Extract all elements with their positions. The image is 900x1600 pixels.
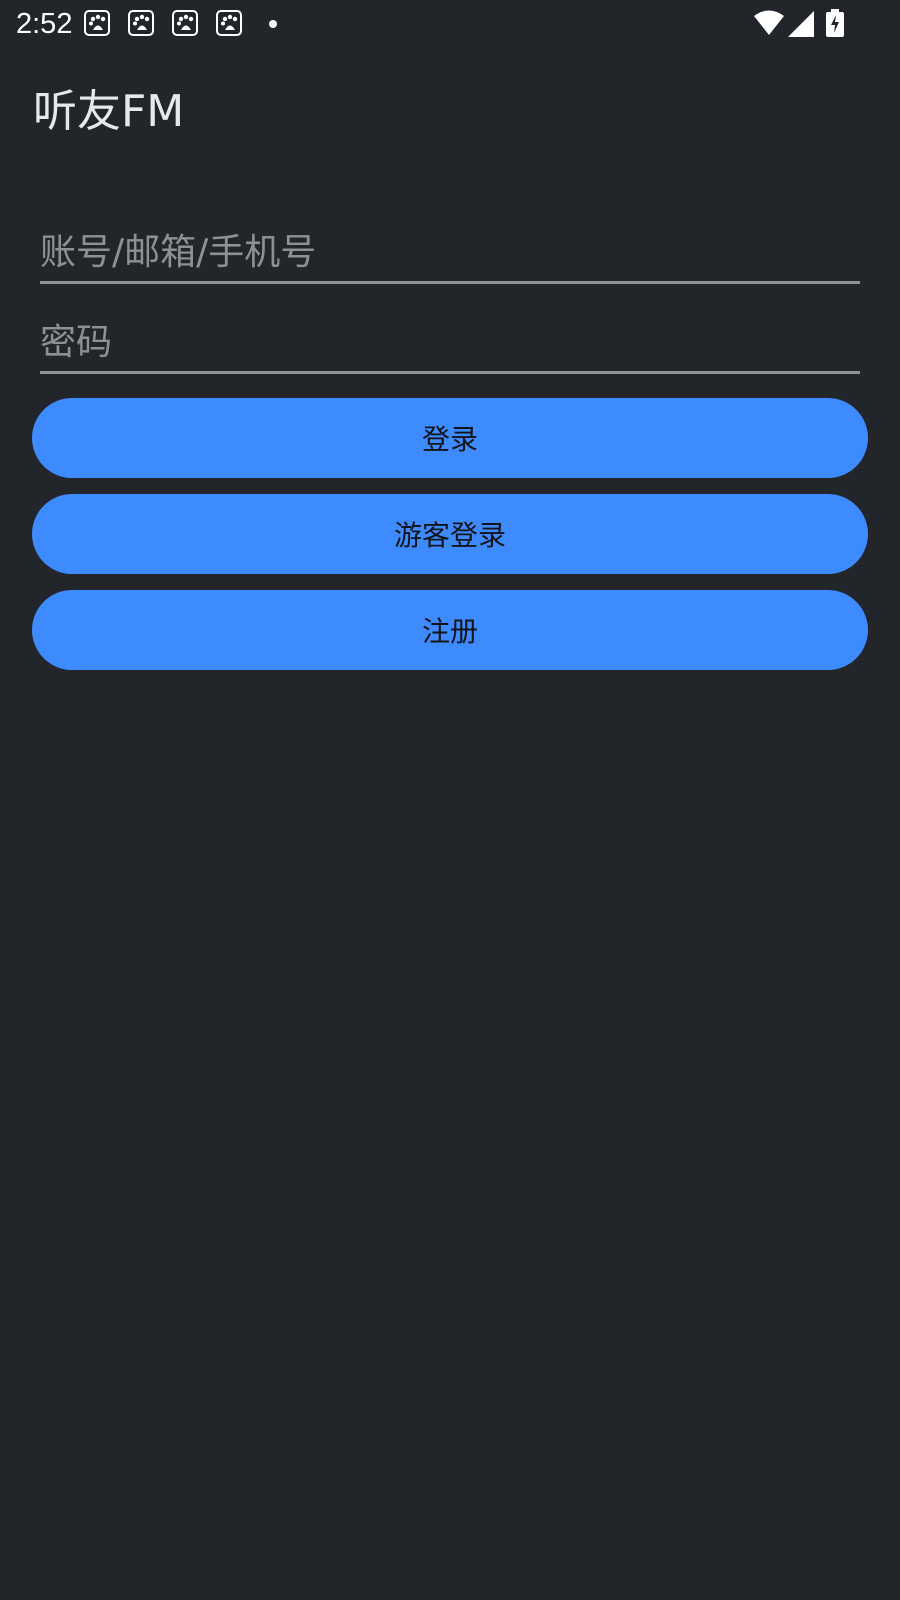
status-time: 2:52 bbox=[16, 8, 73, 40]
password-input[interactable] bbox=[40, 316, 860, 368]
status-bar: 2:52 bbox=[0, 0, 900, 48]
account-field-container bbox=[40, 226, 860, 284]
login-screen: 2:52 听友FM 账号/邮箱/手机号 登录 游客登录 注册 bbox=[0, 0, 900, 1600]
wifi-icon bbox=[754, 10, 784, 35]
register-button[interactable]: 注册 bbox=[32, 590, 868, 670]
baidu-icon bbox=[172, 10, 198, 36]
baidu-icon bbox=[128, 10, 154, 36]
guest-login-button[interactable]: 游客登录 bbox=[32, 494, 868, 574]
battery-charging-icon bbox=[826, 9, 844, 37]
password-input-underline bbox=[40, 371, 860, 374]
account-input[interactable] bbox=[40, 226, 860, 278]
baidu-icon bbox=[84, 10, 110, 36]
account-input-underline bbox=[40, 281, 860, 284]
more-notifications-dot-icon bbox=[269, 20, 277, 28]
password-field-container bbox=[40, 316, 860, 374]
login-button[interactable]: 登录 bbox=[32, 398, 868, 478]
app-title: 听友FM bbox=[33, 86, 185, 137]
baidu-icon bbox=[216, 10, 242, 36]
signal-icon bbox=[788, 11, 814, 37]
